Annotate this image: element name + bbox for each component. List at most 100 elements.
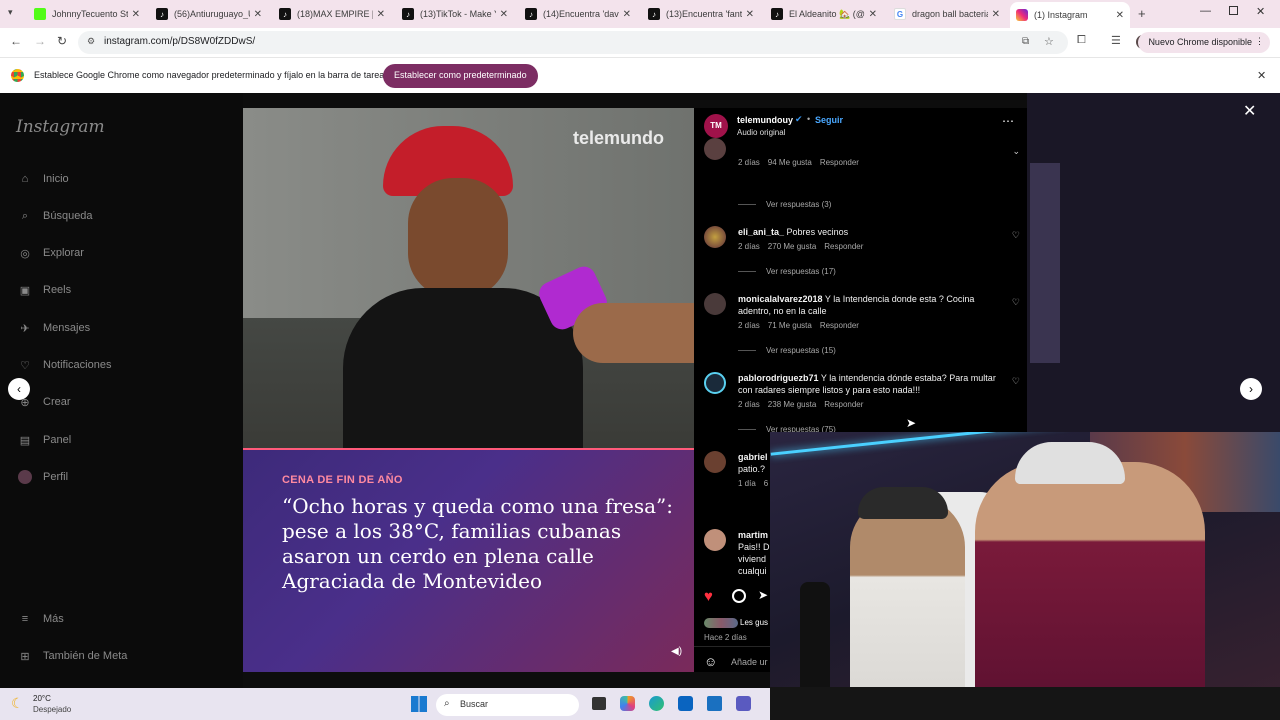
copilot-icon[interactable]: [620, 696, 635, 711]
panel-top-rule: [243, 448, 694, 450]
bookmark-star-icon[interactable]: ☆: [1044, 35, 1054, 48]
verified-badge-icon: ✔: [795, 114, 803, 124]
sidebar-item-busqueda[interactable]: ⌕ Búsqueda: [16, 206, 93, 226]
close-icon[interactable]: ✕: [377, 9, 385, 20]
tab-encuentra-davo[interactable]: ♪ (14)Encuentra 'davo ✕: [519, 4, 637, 24]
tab-antiuruguayo[interactable]: ♪ (56)Antiuruguayo_Ult✕: [150, 4, 268, 24]
view-replies[interactable]: Ver respuestas (15): [738, 346, 836, 355]
comment-item: 2 días 94 Me gusta Responder ⌄: [704, 138, 1020, 208]
arm: [573, 303, 694, 363]
weather-temp[interactable]: 20°C: [33, 694, 51, 703]
close-icon[interactable]: ✕: [992, 9, 1000, 20]
tiktok-icon: ♪: [279, 8, 291, 20]
liked-by-text[interactable]: Les gus: [740, 618, 768, 627]
reload-button[interactable]: ↻: [57, 34, 67, 48]
emoji-icon[interactable]: ☺: [704, 654, 717, 669]
chrome-logo-icon: [11, 69, 24, 82]
close-icon[interactable]: ✕: [500, 9, 508, 20]
tab-dragon-ball[interactable]: G dragon ball bacteria ✕: [888, 4, 1006, 24]
site-info-icon[interactable]: ⚙: [87, 36, 95, 47]
sidebar-item-reels[interactable]: ▣ Reels: [16, 280, 71, 300]
extensions-icon[interactable]: ⧠: [1077, 34, 1086, 47]
tab-list-icon[interactable]: ☰: [1111, 34, 1121, 47]
tab-johnnytecuento[interactable]: JohnnyTecuento Stre✕: [28, 4, 146, 24]
author-avatar[interactable]: TM: [704, 114, 728, 138]
infobar-close-icon[interactable]: ✕: [1257, 69, 1266, 82]
sidebar-item-panel[interactable]: ▤ Panel: [16, 430, 71, 450]
next-post-button[interactable]: ›: [1240, 378, 1262, 400]
tab-tiktok-make[interactable]: ♪ (13)TikTok - Make Yo✕: [396, 4, 514, 24]
chrome-update-button[interactable]: Nuevo Chrome disponible ⋮: [1138, 32, 1270, 53]
comment-avatar[interactable]: [704, 293, 726, 315]
sidebar-item-perfil[interactable]: Perfil: [16, 467, 68, 487]
volume-icon[interactable]: ◀): [671, 646, 682, 657]
comment-avatar[interactable]: [704, 138, 726, 160]
forward-button[interactable]: →: [34, 34, 46, 48]
like-heart-icon[interactable]: ♡: [1012, 230, 1020, 241]
tab-encuentra-fantin[interactable]: ♪ (13)Encuentra 'fantin ✕: [642, 4, 760, 24]
tab-instagram[interactable]: (1) Instagram ✕: [1010, 2, 1130, 28]
sidebar-item-mas[interactable]: ≡ Más: [16, 609, 64, 629]
audio-label[interactable]: Audio original: [737, 128, 785, 137]
share-icon[interactable]: ➤: [758, 588, 768, 602]
post-media[interactable]: telemundo CENA DE FIN DE AÑO “Ocho horas…: [243, 108, 694, 672]
face: [408, 178, 508, 298]
comment-avatar[interactable]: [704, 451, 726, 473]
close-post-icon[interactable]: ✕: [1243, 101, 1256, 121]
headline-kicker: CENA DE FIN DE AÑO: [282, 474, 403, 486]
taskbar-search[interactable]: ⌕ Buscar: [436, 694, 579, 716]
like-filled-icon[interactable]: ♥: [704, 588, 713, 605]
liked-by-avatars[interactable]: [704, 618, 738, 628]
minimize-button[interactable]: —: [1200, 5, 1211, 17]
windows-taskbar: ☾ 20°C Despejado ⌕ Buscar: [0, 688, 770, 720]
close-icon[interactable]: ✕: [746, 9, 754, 20]
author-username[interactable]: telemundouy: [737, 115, 793, 125]
menu-dots-icon: ⋮: [1255, 36, 1264, 46]
prev-post-button[interactable]: ‹: [8, 378, 30, 400]
close-icon[interactable]: ✕: [1116, 10, 1124, 21]
file-explorer-icon[interactable]: [592, 697, 606, 710]
restore-button[interactable]: [1229, 6, 1238, 15]
view-replies[interactable]: Ver respuestas (17): [738, 267, 836, 276]
meta-grid-icon: ⊞: [20, 650, 30, 663]
set-default-button[interactable]: Establecer como predeterminado: [383, 64, 538, 88]
comment-avatar[interactable]: [704, 529, 726, 551]
tab-search-button[interactable]: ▾: [8, 7, 13, 18]
teams-icon[interactable]: [736, 696, 751, 711]
windows-start-icon[interactable]: [411, 696, 427, 712]
sidebar-item-explorar[interactable]: ◎ Explorar: [16, 243, 84, 263]
view-replies[interactable]: Ver respuestas (3): [738, 200, 831, 209]
back-button[interactable]: ←: [10, 34, 22, 48]
follow-button[interactable]: Seguir: [815, 115, 843, 125]
sidebar-item-mensajes[interactable]: ✈ Mensajes: [16, 318, 90, 338]
close-window-button[interactable]: ✕: [1256, 5, 1265, 18]
install-app-icon[interactable]: ⧉: [1022, 36, 1029, 47]
url-text: instagram.com/p/DS8W0fZDDwS/: [104, 36, 256, 47]
tab-el-aldeanito[interactable]: ♪ El Aldeanito 🏡 (@el ✕: [765, 4, 883, 24]
weather-condition[interactable]: Despejado: [33, 705, 71, 714]
comment-avatar[interactable]: [704, 372, 726, 394]
like-heart-icon[interactable]: ♡: [1012, 376, 1020, 387]
instagram-sidebar: Instagram ⌂ Inicio ⌕ Búsqueda ◎ Explorar ▣ R…: [0, 93, 243, 688]
sidebar-item-inicio[interactable]: ⌂ Inicio: [16, 169, 69, 189]
tab-max-empire[interactable]: ♪ (18)MAX EMPIRE [EL✕: [273, 4, 391, 24]
edge-icon[interactable]: [649, 696, 664, 711]
close-icon[interactable]: ✕: [869, 9, 877, 20]
address-bar[interactable]: ⚙ instagram.com/p/DS8W0fZDDwS/ ⧉ ☆: [78, 31, 1068, 54]
sidebar-item-meta[interactable]: ⊞ También de Meta: [16, 646, 127, 666]
store-icon[interactable]: [707, 696, 722, 711]
close-icon[interactable]: ✕: [132, 9, 140, 20]
comment-avatar[interactable]: [704, 226, 726, 248]
close-icon[interactable]: ✕: [623, 9, 631, 20]
compass-icon: ◎: [20, 247, 30, 260]
close-icon[interactable]: ✕: [254, 9, 262, 20]
comment-icon[interactable]: [732, 589, 746, 603]
instagram-logo[interactable]: Instagram: [16, 117, 105, 137]
new-tab-button[interactable]: +: [1138, 6, 1146, 21]
outlook-icon[interactable]: [678, 696, 693, 711]
sidebar-item-notificaciones[interactable]: ♡ Notificaciones: [16, 355, 111, 375]
like-heart-icon[interactable]: ♡: [1012, 297, 1020, 308]
chevron-down-icon[interactable]: ⌄: [1012, 146, 1020, 157]
add-comment-input[interactable]: Añade ur: [731, 657, 768, 667]
more-options-icon[interactable]: ⋯: [1002, 114, 1014, 128]
